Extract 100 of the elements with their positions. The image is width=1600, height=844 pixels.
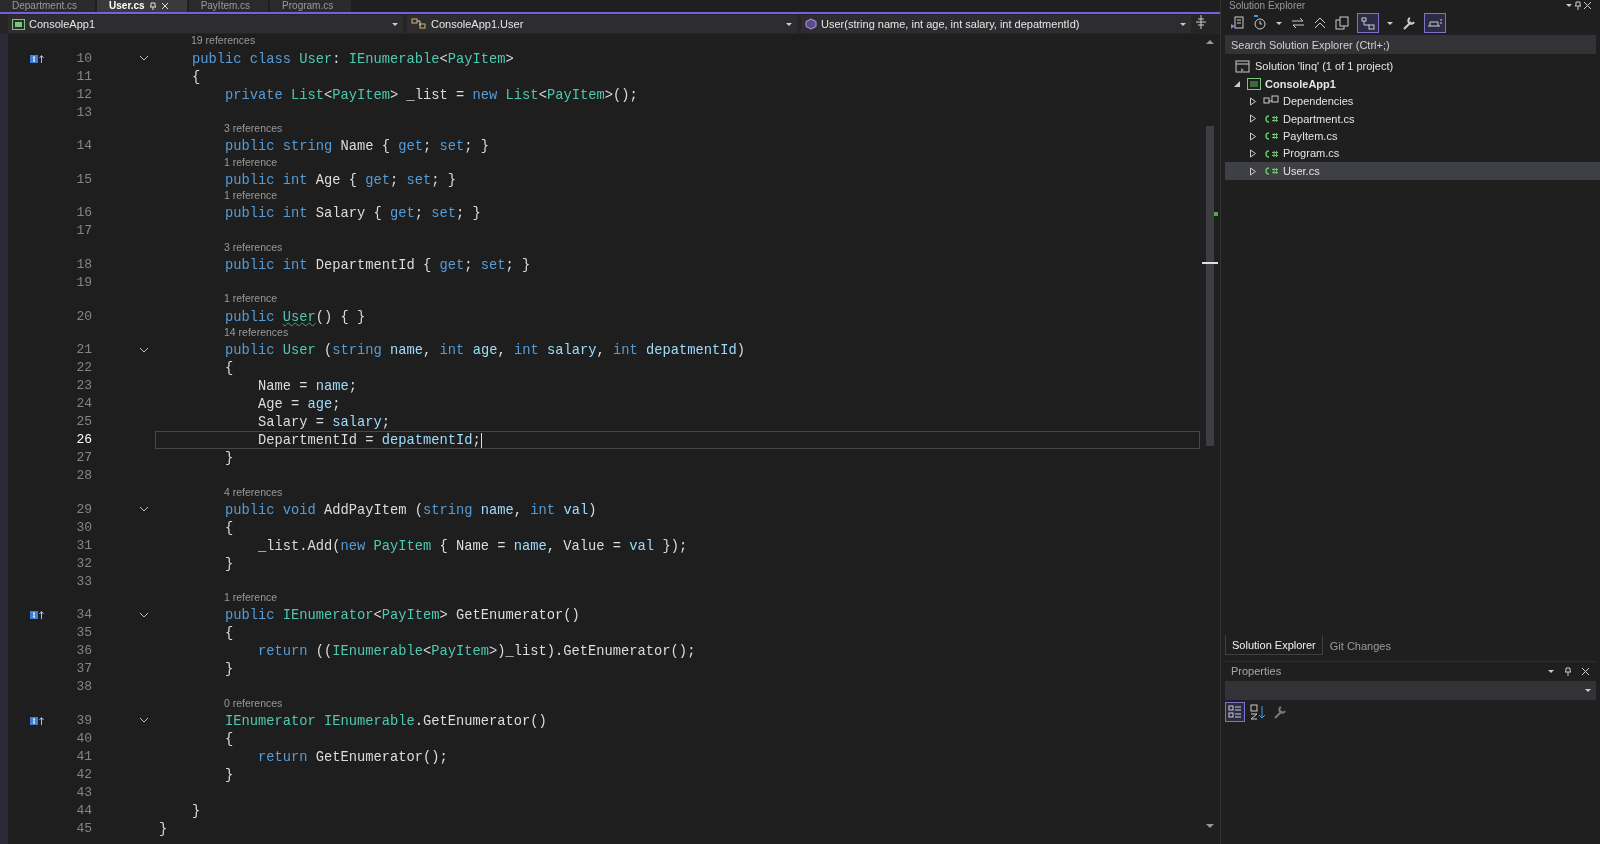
line-number: 18	[75, 255, 92, 274]
reference-count[interactable]: 1 reference	[224, 591, 278, 604]
solution-icon	[1235, 59, 1251, 74]
code-line: }	[224, 451, 234, 467]
line-number: 27	[75, 449, 92, 468]
line-number: 28	[75, 467, 92, 486]
marker-icon[interactable]	[30, 715, 44, 726]
code-line: Name = name;	[257, 379, 358, 395]
tree-item[interactable]: PayItem.cs	[1225, 127, 1600, 145]
line-number: 20	[75, 307, 92, 326]
code-line: }	[224, 767, 234, 783]
line-number: 41	[75, 747, 92, 766]
pin-icon[interactable]	[1563, 666, 1573, 677]
chevron-icon[interactable]	[139, 717, 149, 725]
code-line: public int DepartmentId { get; set; }	[224, 257, 531, 273]
expanded-triangle-icon[interactable]	[1233, 80, 1241, 89]
marker-icon[interactable]	[30, 610, 44, 621]
two-way-arrows-icon[interactable]	[1290, 15, 1306, 31]
csharp-file-icon	[1263, 112, 1279, 125]
document-icon[interactable]	[1229, 15, 1245, 31]
code-line: Salary = salary;	[257, 415, 391, 431]
project-icon	[1247, 78, 1261, 91]
reference-count[interactable]: 0 references	[224, 696, 283, 709]
tree-item[interactable]: Dependencies	[1225, 92, 1600, 111]
reference-count[interactable]: 3 references	[224, 122, 283, 135]
chevron-icon[interactable]	[139, 611, 149, 619]
caret-icon[interactable]	[1547, 668, 1555, 675]
csharp-file-icon	[1263, 147, 1279, 160]
line-number: 22	[75, 359, 92, 378]
diagram-icon[interactable]	[1357, 13, 1379, 33]
close-icon[interactable]	[160, 2, 169, 10]
search-field[interactable]: Search Solution Explorer (Ctrl+;)	[1225, 35, 1596, 54]
line-number: 33	[75, 572, 92, 591]
preview-icon[interactable]	[1424, 13, 1446, 33]
close-icon[interactable]	[1583, 1, 1592, 10]
line-number: 29	[75, 500, 92, 519]
navigation-dropdown[interactable]: User(string name, int age, int salary, int depatmentId)	[801, 15, 1191, 33]
tree-item[interactable]: Program.cs	[1225, 144, 1600, 163]
document-tab[interactable]: User.cs	[97, 0, 187, 12]
copy-icon[interactable]	[1334, 15, 1350, 31]
sort-icon[interactable]	[1249, 703, 1267, 721]
line-number: 38	[75, 678, 92, 697]
chevron-icon[interactable]	[139, 55, 149, 63]
reference-count[interactable]: 3 references	[224, 240, 283, 253]
caret-icon[interactable]	[1386, 19, 1394, 27]
double-chevron-up-icon[interactable]	[1313, 15, 1327, 31]
code-line: {	[224, 361, 234, 377]
chevron-icon[interactable]	[139, 506, 149, 514]
panel-tab[interactable]: Git Changes	[1322, 635, 1398, 655]
reference-count[interactable]: 4 references	[224, 485, 283, 498]
document-tab[interactable]: PayItem.cs	[188, 0, 269, 12]
class-icon	[411, 18, 427, 30]
wrench-icon[interactable]	[1401, 15, 1417, 31]
code-line: return ((IEnumerable<PayItem>)_list).GetEnumerator();	[257, 644, 696, 660]
document-tab[interactable]: Department.cs	[0, 0, 96, 12]
reference-count[interactable]: 1 reference	[224, 155, 278, 168]
line-number: 24	[75, 395, 92, 414]
marker-icon[interactable]	[30, 53, 44, 64]
line-number: 14	[75, 137, 92, 156]
code-line: }	[224, 662, 234, 678]
code-line: private List<PayItem> _list = new List<PayItem>();	[224, 87, 638, 103]
reference-count[interactable]: 1 reference	[224, 189, 278, 202]
panel-tab[interactable]: Solution Explorer	[1225, 635, 1323, 655]
code-line: public int Salary { get; set; }	[224, 206, 481, 222]
caret-icon[interactable]	[1565, 2, 1573, 9]
tree-item[interactable]: User.cs	[1225, 162, 1600, 180]
caret-icon	[785, 20, 793, 28]
clock-icon[interactable]	[1252, 15, 1268, 31]
chevron-icon[interactable]	[139, 346, 149, 354]
panel-title: Properties	[1231, 664, 1283, 680]
line-number: 35	[75, 624, 92, 643]
line-number: 40	[75, 729, 92, 748]
reference-count[interactable]: 1 reference	[224, 292, 278, 305]
navigation-dropdown[interactable]: ConsoleApp1	[8, 15, 403, 33]
tree-item[interactable]: Solution 'linq' (1 of 1 project)	[1225, 58, 1600, 76]
document-tab[interactable]: Program.cs	[270, 0, 352, 12]
split-icon[interactable]	[1195, 15, 1207, 29]
tree-item[interactable]: ConsoleApp1	[1225, 75, 1600, 93]
line-number: 45	[75, 819, 92, 838]
categorized-icon[interactable]	[1225, 702, 1245, 722]
tree-item[interactable]: Department.cs	[1225, 110, 1600, 128]
reference-count[interactable]: 14 references	[224, 326, 289, 339]
code-line: {	[224, 731, 234, 747]
pin-icon[interactable]	[148, 2, 157, 10]
panel-title: Solution Explorer	[1229, 0, 1307, 11]
line-number: 23	[75, 377, 92, 396]
line-number: 32	[75, 554, 92, 573]
navigation-dropdown[interactable]: ConsoleApp1.User	[407, 15, 797, 33]
reference-count[interactable]: 19 references	[191, 34, 256, 47]
code-line: public string Name { get; set; }	[224, 139, 490, 155]
close-icon[interactable]	[1581, 667, 1590, 676]
line-number: 36	[75, 642, 92, 661]
code-line: public User() { }	[224, 309, 366, 325]
code-line: }	[159, 821, 168, 837]
code-line: public class User: IEnumerable<PayItem>	[191, 51, 514, 67]
pin-icon[interactable]	[1573, 1, 1583, 10]
code-line: }	[224, 556, 234, 572]
code-line: DepartmentId = depatmentId;	[257, 433, 482, 449]
caret-icon[interactable]	[1275, 19, 1283, 27]
cube-icon	[805, 18, 817, 30]
